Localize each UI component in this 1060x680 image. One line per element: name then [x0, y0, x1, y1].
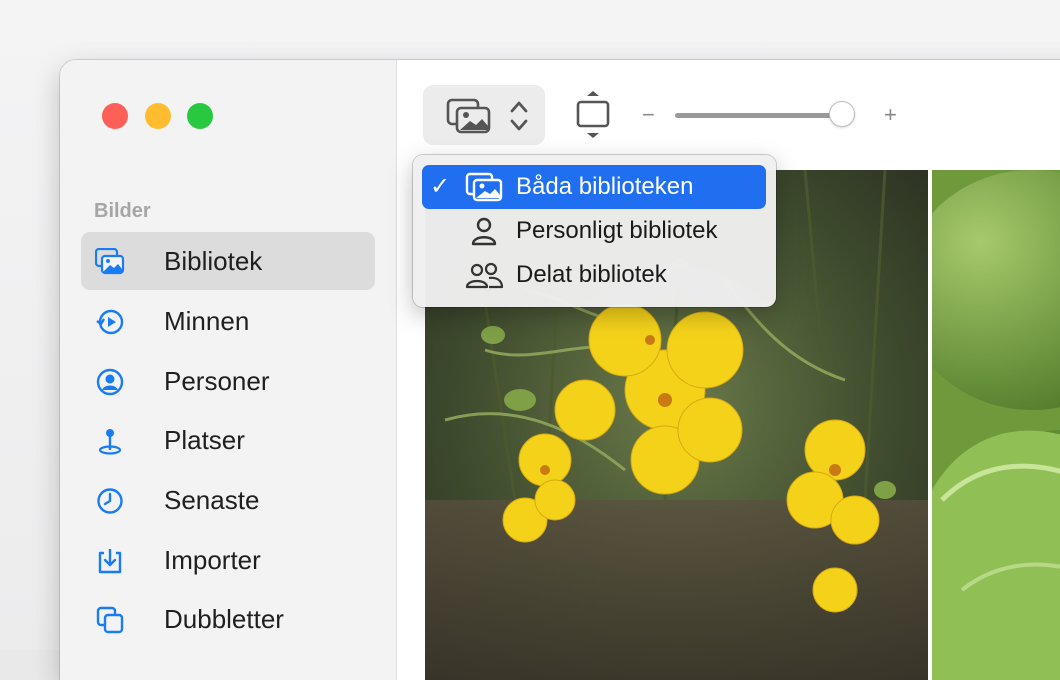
main-content: − + [397, 60, 1060, 680]
menu-item-personal-library[interactable]: Personligt bibliotek [422, 209, 766, 253]
up-down-chevron-icon [510, 101, 528, 131]
menu-item-label: Personligt bibliotek [516, 217, 718, 244]
person-icon [96, 368, 124, 396]
person-outline-icon [471, 217, 497, 246]
sidebar-item-label: Bibliotek [164, 246, 263, 276]
close-window-button[interactable] [102, 103, 128, 129]
menu-item-shared-library[interactable]: Delat bibliotek [422, 253, 766, 297]
sidebar-item-importer[interactable]: Importer [81, 531, 375, 589]
zoom-in-label[interactable]: + [884, 102, 897, 128]
sidebar-item-label: Dubbletter [164, 604, 284, 634]
library-icon [465, 172, 503, 202]
memories-icon [96, 309, 124, 335]
import-icon [98, 549, 122, 574]
sidebar-item-label: Senaste [164, 485, 260, 515]
sidebar-item-dubbletter[interactable]: Dubbletter [81, 590, 375, 648]
clock-icon [97, 488, 123, 514]
photo-green-succulent[interactable] [932, 170, 1060, 680]
library-picker-button[interactable] [423, 85, 545, 145]
sidebar-item-personer[interactable]: Personer [81, 352, 375, 410]
zoom-slider-knob[interactable] [830, 102, 855, 126]
sidebar-item-senaste[interactable]: Senaste [81, 471, 375, 529]
zoom-out-label[interactable]: − [642, 102, 655, 128]
library-icon [95, 248, 125, 275]
sidebar-item-bibliotek[interactable]: Bibliotek [81, 232, 375, 290]
menu-item-label: Delat bibliotek [516, 261, 667, 288]
sidebar-item-label: Importer [164, 545, 261, 575]
checkmark-icon: ✓ [430, 173, 451, 200]
sidebar-item-minnen[interactable]: Minnen [81, 292, 375, 350]
succulent-photo-image [932, 170, 1060, 680]
menu-item-label: Båda biblioteken [516, 173, 694, 200]
photos-window: Bilder Bibliotek Minnen Personer Platser… [60, 60, 1060, 680]
two-people-icon [465, 262, 504, 289]
duplicates-icon [96, 606, 124, 634]
zoom-window-button[interactable] [187, 103, 213, 129]
sidebar-item-label: Personer [164, 366, 270, 396]
minimize-window-button[interactable] [145, 103, 171, 129]
menu-item-both-libraries[interactable]: ✓ Båda biblioteken [422, 165, 766, 209]
fit-vertical-icon[interactable] [573, 90, 613, 140]
sidebar-item-label: Minnen [164, 306, 250, 336]
sidebar: Bilder Bibliotek Minnen Personer Platser… [60, 60, 397, 680]
zoom-slider-track[interactable] [675, 113, 855, 118]
library-dropdown-menu: ✓ Båda biblioteken Personligt bibliotek … [413, 155, 776, 307]
pin-icon [98, 429, 122, 455]
sidebar-section-title: Bilder [94, 200, 151, 222]
sidebar-item-platser[interactable]: Platser [81, 411, 375, 469]
sidebar-item-label: Platser [164, 425, 245, 455]
library-icon [446, 98, 491, 134]
